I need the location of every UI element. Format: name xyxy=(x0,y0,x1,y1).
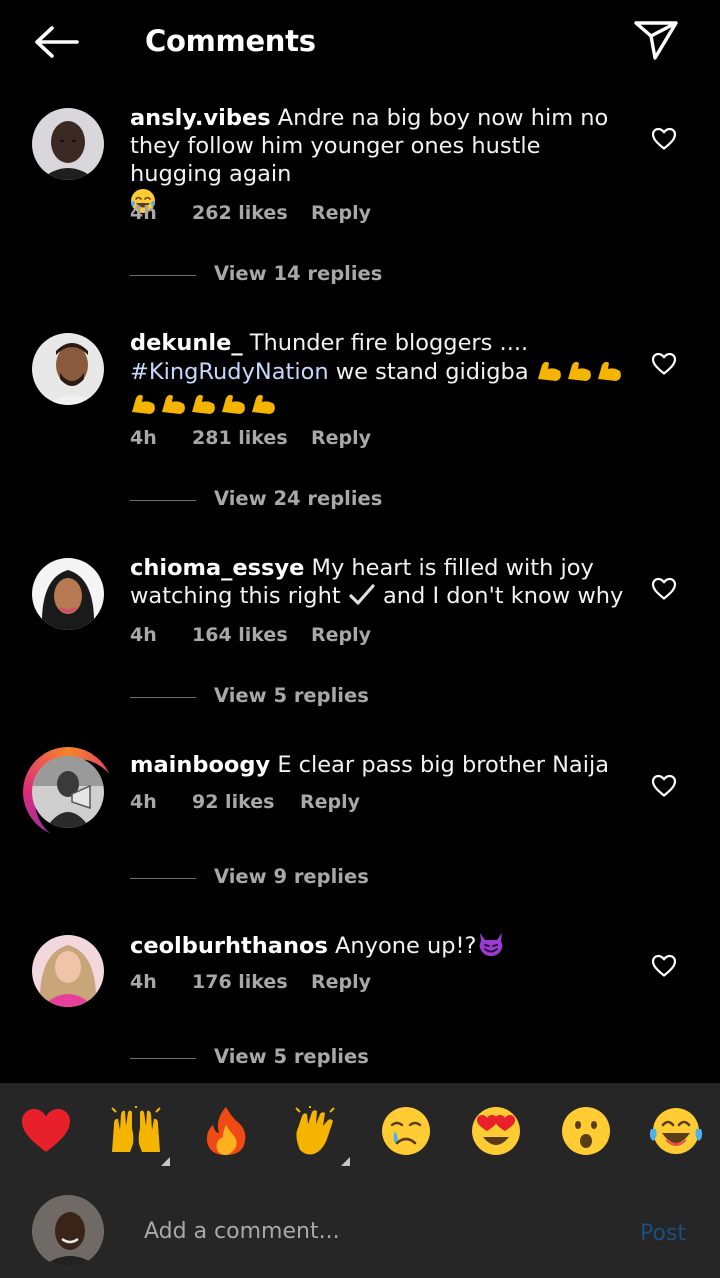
comment-username[interactable]: dekunle_ xyxy=(130,330,243,356)
tears-of-joy-emoji-button[interactable] xyxy=(646,1103,706,1163)
top-bar: Comments xyxy=(0,0,720,88)
comment-likes[interactable]: 164 likes xyxy=(192,624,288,646)
comment-body: mainboogy E clear pass big brother Naija xyxy=(130,751,630,779)
comment-text: and I don't know why xyxy=(382,583,624,609)
view-replies-label: View 24 replies xyxy=(214,487,383,510)
avatar[interactable] xyxy=(32,558,104,630)
back-button[interactable] xyxy=(30,22,82,66)
comment-time: 4h xyxy=(130,791,157,813)
view-replies-label: View 14 replies xyxy=(214,262,383,285)
replies-divider xyxy=(130,275,196,276)
skin-tone-indicator xyxy=(161,1157,170,1166)
emoji-reaction-bar xyxy=(0,1083,720,1183)
reply-button[interactable]: Reply xyxy=(311,624,371,646)
astonished-face-icon xyxy=(560,1105,612,1161)
back-arrow-icon xyxy=(33,25,79,63)
raising-hands-icon xyxy=(108,1106,164,1160)
tears-of-joy-icon xyxy=(648,1105,704,1161)
fire-emoji-button[interactable] xyxy=(196,1103,256,1163)
comment-body: dekunle_ Thunder fire bloggers .... #Kin… xyxy=(130,329,630,423)
reply-button[interactable]: Reply xyxy=(300,791,360,813)
comment-hashtag[interactable]: #KingRudyNation xyxy=(130,359,329,385)
heart-eyes-icon xyxy=(470,1105,522,1161)
replies-divider xyxy=(130,697,196,698)
check-mark-icon xyxy=(348,583,376,614)
view-replies-label: View 9 replies xyxy=(214,865,369,888)
comment-username[interactable]: ansly.vibes xyxy=(130,105,271,131)
page-title: Comments xyxy=(145,24,316,58)
heart-outline-icon xyxy=(651,127,677,155)
my-avatar xyxy=(32,1195,104,1267)
comment-body: chioma_essye My heart is filled with joy… xyxy=(130,554,630,614)
comment-time: 4h xyxy=(130,427,157,449)
avatar[interactable] xyxy=(32,333,104,405)
skin-tone-indicator xyxy=(341,1157,350,1166)
share-button[interactable] xyxy=(630,18,682,66)
heart-outline-icon xyxy=(651,774,677,802)
like-comment-button[interactable] xyxy=(648,126,680,156)
smiling-imp-emoji-icon xyxy=(477,931,505,964)
comment-username[interactable]: ceolburhthanos xyxy=(130,933,328,959)
comment-likes[interactable]: 92 likes xyxy=(192,791,274,813)
flexed-biceps-emoji-icon xyxy=(130,390,280,423)
comment-likes[interactable]: 281 likes xyxy=(192,427,288,449)
reply-button[interactable]: Reply xyxy=(311,427,371,449)
like-comment-button[interactable] xyxy=(648,351,680,381)
comment-text: Thunder fire bloggers .... xyxy=(249,330,529,356)
heart-outline-icon xyxy=(651,954,677,982)
replies-divider xyxy=(130,1058,196,1059)
comment-time: 4h xyxy=(130,971,157,993)
comment-composer: Post xyxy=(0,1183,720,1278)
avatar-with-story-ring[interactable] xyxy=(23,747,119,843)
comment-time: 4h xyxy=(130,624,157,646)
view-replies-label: View 5 replies xyxy=(214,684,369,707)
comment-input[interactable] xyxy=(144,1211,614,1251)
flexed-biceps-emoji-icon xyxy=(536,357,626,390)
heart-eyes-emoji-button[interactable] xyxy=(466,1103,526,1163)
comment-text: we stand gidigba xyxy=(335,359,529,385)
like-comment-button[interactable] xyxy=(648,953,680,983)
heart-outline-icon xyxy=(651,577,677,605)
clapping-hands-icon xyxy=(290,1106,342,1160)
like-comment-button[interactable] xyxy=(648,576,680,606)
red-heart-emoji-button[interactable] xyxy=(16,1103,76,1163)
reply-button[interactable]: Reply xyxy=(311,971,371,993)
clapping-hands-emoji-button[interactable] xyxy=(286,1103,346,1163)
comment-time: 4h xyxy=(130,202,157,224)
comment-body: ceolburhthanos Anyone up!? xyxy=(130,931,630,964)
send-paper-plane-icon xyxy=(633,19,679,65)
like-comment-button[interactable] xyxy=(648,773,680,803)
crying-face-emoji-button[interactable] xyxy=(376,1103,436,1163)
astonished-face-emoji-button[interactable] xyxy=(556,1103,616,1163)
view-replies-label: View 5 replies xyxy=(214,1045,369,1068)
replies-divider xyxy=(130,878,196,879)
comment-username[interactable]: chioma_essye xyxy=(130,555,304,581)
heart-outline-icon xyxy=(651,352,677,380)
comment-username[interactable]: mainboogy xyxy=(130,752,270,778)
comment-likes[interactable]: 262 likes xyxy=(192,202,288,224)
avatar[interactable] xyxy=(32,108,104,180)
comment-likes[interactable]: 176 likes xyxy=(192,971,288,993)
replies-divider xyxy=(130,500,196,501)
comment-text: E clear pass big brother Naija xyxy=(277,752,610,778)
post-button[interactable]: Post xyxy=(640,1221,686,1246)
fire-icon xyxy=(203,1105,249,1161)
avatar[interactable] xyxy=(32,935,104,1007)
reply-button[interactable]: Reply xyxy=(311,202,371,224)
crying-face-icon xyxy=(380,1105,432,1161)
comment-text: Anyone up!? xyxy=(335,933,477,959)
red-heart-icon xyxy=(20,1107,72,1159)
raising-hands-emoji-button[interactable] xyxy=(106,1103,166,1163)
